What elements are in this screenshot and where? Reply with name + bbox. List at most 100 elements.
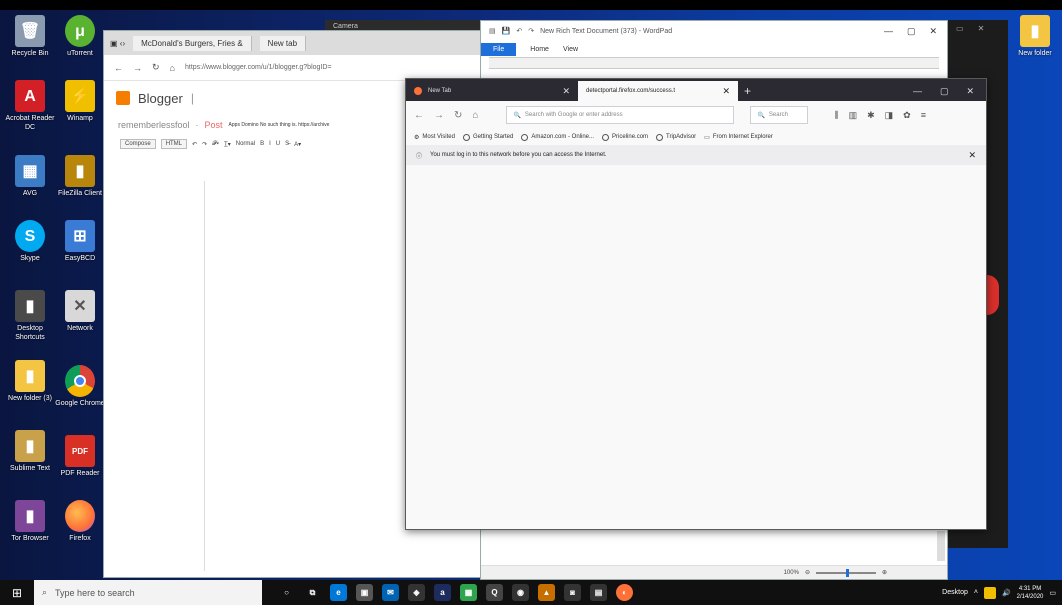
post-title[interactable]: Apps Domino No such thing is. https://ar…	[229, 122, 330, 128]
search-app-icon[interactable]: Q	[486, 584, 503, 601]
compose-button[interactable]: Compose	[120, 139, 156, 149]
zoom-slider[interactable]	[815, 568, 876, 577]
home-icon[interactable]: ⌂	[472, 110, 478, 121]
sidebar-icon[interactable]: ▥	[849, 110, 858, 121]
tray-app-icon[interactable]	[983, 586, 996, 599]
extension-icon[interactable]: ✱	[867, 110, 875, 121]
firefox-page-content[interactable]	[406, 165, 986, 529]
font-icon[interactable]: 𝓕▾	[212, 141, 219, 148]
photos-icon[interactable]: ◈	[408, 584, 425, 601]
clock[interactable]: 4:31 PM 2/14/2020	[1017, 585, 1044, 601]
desktop-icon-easybcd[interactable]: ⊞ EasyBCD	[55, 220, 105, 263]
bookmark-ie-folder[interactable]: ▭ From Internet Explorer	[704, 134, 773, 141]
wordpad-icon[interactable]: ▤	[590, 584, 607, 601]
notifications-icon[interactable]: ▭	[1049, 589, 1056, 597]
bold-icon[interactable]: B	[260, 141, 264, 147]
bookmark-amazon[interactable]: Amazon.com - Online...	[521, 133, 594, 141]
undo-icon[interactable]: ↶	[192, 141, 197, 148]
screenshot-icon[interactable]: ◨	[885, 110, 894, 121]
store-icon[interactable]: ▣	[356, 584, 373, 601]
strike-icon[interactable]: S̶	[285, 141, 289, 147]
desktop-icon-winamp[interactable]: ⚡ Winamp	[55, 80, 105, 123]
desktop-icon-firefox[interactable]: Firefox	[55, 500, 105, 543]
new-tab-icon[interactable]: +	[738, 81, 751, 101]
desktop-icon-new-folder[interactable]: ▮ New folder	[1010, 15, 1060, 58]
desktop-icon-sublime[interactable]: ▮ Sublime Text	[5, 430, 55, 473]
format-select[interactable]: Normal	[236, 141, 255, 147]
desktop-icon-skype[interactable]: S Skype	[5, 220, 55, 263]
maximize-icon[interactable]: ▢	[940, 86, 949, 97]
url-bar[interactable]: 🔍 Search with Google or enter address	[506, 106, 735, 124]
desktop-icon-tor[interactable]: ▮ Tor Browser	[5, 500, 55, 543]
close-icon[interactable]: ✕	[966, 86, 974, 97]
bookmark-tripadvisor[interactable]: TripAdvisor	[656, 133, 696, 141]
home-icon[interactable]: ⌂	[170, 63, 175, 73]
refresh-icon[interactable]: ↻	[152, 62, 160, 73]
tab-manager-icon[interactable]: ▣ ‹›	[110, 39, 125, 48]
task-view-icon[interactable]: ⧉	[304, 584, 321, 601]
chevron-up-icon[interactable]: ˄	[974, 589, 978, 596]
tab-home[interactable]: Home	[530, 46, 549, 53]
reload-icon[interactable]: ↻	[454, 110, 462, 121]
bookmark-most-visited[interactable]: ⚙ Most Visited	[414, 134, 455, 141]
desktop-toolbar-label[interactable]: Desktop	[942, 589, 968, 596]
text-color-icon[interactable]: A▾	[294, 141, 301, 148]
tab-view[interactable]: View	[563, 46, 578, 53]
underline-icon[interactable]: U	[276, 141, 280, 147]
redo-icon[interactable]: ↷	[528, 27, 534, 35]
wordpad-ruler[interactable]	[489, 57, 939, 69]
desktop-icon-utorrent[interactable]: μ uTorrent	[55, 15, 105, 58]
close-tab-icon[interactable]: ✕	[722, 86, 730, 97]
close-icon[interactable]: ✕	[929, 26, 937, 37]
desktop-icon-network[interactable]: ✕ Network	[55, 290, 105, 333]
volume-icon[interactable]: 🔊	[1002, 589, 1011, 597]
start-button[interactable]: ⊞	[0, 580, 34, 605]
back-icon[interactable]: ←	[114, 63, 123, 73]
desktop-icon-filezilla[interactable]: ▮ FileZilla Client	[55, 155, 105, 198]
redo-icon[interactable]: ↷	[202, 141, 207, 148]
text-size-icon[interactable]: T̲▾	[224, 141, 231, 148]
desktop-icon-recycle-bin[interactable]: 🗑 Recycle Bin	[5, 15, 55, 58]
close-tab-icon[interactable]: ✕	[562, 86, 570, 97]
minimize-icon[interactable]: —	[884, 26, 893, 37]
close-icon[interactable]: ✕	[978, 24, 985, 33]
desktop-icon-chrome[interactable]: Google Chrome	[55, 365, 105, 408]
desktop-icon-shortcuts[interactable]: ▮ Desktop Shortcuts	[5, 290, 55, 342]
forward-icon[interactable]: →	[133, 63, 142, 73]
back-icon[interactable]: ←	[414, 110, 424, 121]
close-notice-icon[interactable]: ✕	[968, 150, 976, 161]
addon-icon[interactable]: ✿	[903, 110, 911, 121]
html-button[interactable]: HTML	[160, 139, 188, 149]
chrome-icon[interactable]: ◉	[512, 584, 529, 601]
desktop-icon-avg[interactable]: ▦ AVG	[5, 155, 55, 198]
minimize-icon[interactable]: —	[913, 86, 922, 96]
bookmark-getting-started[interactable]: Getting Started	[462, 133, 513, 141]
zoom-out-icon[interactable]: ⊖	[805, 569, 810, 576]
menu-icon[interactable]: ≡	[921, 110, 926, 121]
cortana-icon[interactable]: ○	[278, 584, 295, 601]
save-icon[interactable]: 💾	[502, 27, 511, 35]
italic-icon[interactable]: I	[269, 141, 271, 147]
library-icon[interactable]: ⫼	[834, 110, 838, 121]
firefox-window[interactable]: New Tab ✕ detectportal.firefox.com/succe…	[405, 78, 987, 530]
zoom-in-icon[interactable]: ⊕	[882, 569, 887, 576]
edge-url[interactable]: https://www.blogger.com/u/1/blogger.g?bl…	[185, 64, 332, 71]
search-bar[interactable]: 🔍 Search	[750, 106, 809, 124]
forward-icon[interactable]: →	[434, 110, 444, 121]
desktop-icon-pdf[interactable]: PDF PDF Reader	[55, 435, 105, 478]
camera-icon[interactable]: ◙	[564, 584, 581, 601]
tab-file[interactable]: File	[481, 42, 517, 56]
bookmark-priceline[interactable]: Priceline.com	[602, 133, 648, 141]
taskbar-search-box[interactable]: ⌕ Type here to search	[34, 580, 262, 605]
minimize-icon[interactable]: ▭	[956, 24, 964, 33]
vlc-icon[interactable]: ▲	[538, 584, 555, 601]
edge-tab-mcdonalds[interactable]: McDonald's Burgers, Fries &	[133, 35, 252, 51]
undo-icon[interactable]: ↶	[516, 27, 522, 35]
desktop-icon-new-folder-3[interactable]: ▮ New folder (3)	[5, 360, 55, 403]
desktop-icon-acrobat[interactable]: A Acrobat Reader DC	[5, 80, 55, 132]
edge-tab-new[interactable]: New tab	[259, 35, 307, 51]
excel-icon[interactable]: ▦	[460, 584, 477, 601]
mail-icon[interactable]: ✉	[382, 584, 399, 601]
maximize-icon[interactable]: ▢	[907, 26, 916, 37]
blog-name[interactable]: rememberlessfool	[118, 120, 190, 130]
